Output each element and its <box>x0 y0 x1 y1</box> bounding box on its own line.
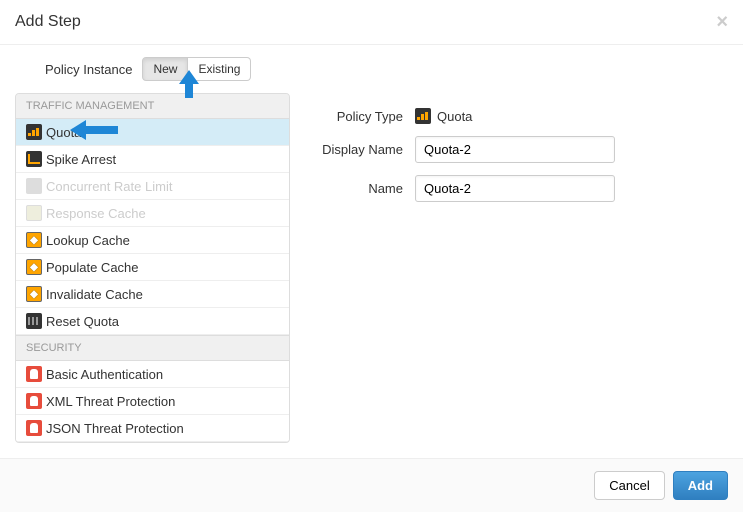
policy-item-json-threat-protection[interactable]: JSON Threat Protection <box>16 415 289 442</box>
display-name-label: Display Name <box>310 142 415 157</box>
policy-item-quota[interactable]: Quota <box>16 119 289 146</box>
policy-item-label: Basic Authentication <box>46 367 163 382</box>
policy-item-response-cache[interactable]: Response Cache <box>16 200 289 227</box>
display-name-row: Display Name <box>310 136 708 163</box>
response-cache-icon <box>26 205 42 221</box>
policy-instance-row: Policy Instance New Existing <box>15 57 728 81</box>
policy-item-label: Populate Cache <box>46 260 139 275</box>
policy-item-label: Response Cache <box>46 206 146 221</box>
policy-item-regex-protection[interactable]: Regular Expression Protection <box>16 442 289 443</box>
section-header-security: Security <box>16 335 289 361</box>
quota-icon <box>26 124 42 140</box>
policy-item-basic-authentication[interactable]: Basic Authentication <box>16 361 289 388</box>
existing-toggle-button[interactable]: Existing <box>188 57 251 81</box>
policy-item-populate-cache[interactable]: Populate Cache <box>16 254 289 281</box>
policy-item-label: Lookup Cache <box>46 233 130 248</box>
policy-item-label: JSON Threat Protection <box>46 421 184 436</box>
new-toggle-button[interactable]: New <box>142 57 188 81</box>
policy-item-label: XML Threat Protection <box>46 394 175 409</box>
concurrent-rate-limit-icon <box>26 178 42 194</box>
modal-header: Add Step × <box>0 0 743 45</box>
xml-threat-protection-icon <box>26 393 42 409</box>
cancel-button[interactable]: Cancel <box>594 471 664 500</box>
policy-type-text: Quota <box>437 109 472 124</box>
policy-type-value: Quota <box>415 108 708 124</box>
reset-quota-icon <box>26 313 42 329</box>
section-header-traffic: Traffic Management <box>16 94 289 119</box>
close-icon[interactable]: × <box>716 12 728 32</box>
modal-title: Add Step <box>15 13 81 31</box>
invalidate-cache-icon <box>26 286 42 302</box>
content-row: Traffic Management Quota Spike Arrest Co… <box>15 93 728 443</box>
policy-item-concurrent-rate-limit[interactable]: Concurrent Rate Limit <box>16 173 289 200</box>
detail-pane: Policy Type Quota Display Name Name <box>290 93 728 443</box>
name-label: Name <box>310 181 415 196</box>
modal-body: Policy Instance New Existing Traffic Man… <box>0 45 743 453</box>
populate-cache-icon <box>26 259 42 275</box>
policy-item-lookup-cache[interactable]: Lookup Cache <box>16 227 289 254</box>
policy-item-xml-threat-protection[interactable]: XML Threat Protection <box>16 388 289 415</box>
policy-item-label: Spike Arrest <box>46 152 116 167</box>
spike-arrest-icon <box>26 151 42 167</box>
add-button[interactable]: Add <box>673 471 728 500</box>
basic-authentication-icon <box>26 366 42 382</box>
policy-item-label: Invalidate Cache <box>46 287 143 302</box>
policy-instance-toggle: New Existing <box>142 57 251 81</box>
quota-icon <box>415 108 431 124</box>
policy-type-row: Policy Type Quota <box>310 108 708 124</box>
policy-item-invalidate-cache[interactable]: Invalidate Cache <box>16 281 289 308</box>
name-input[interactable] <box>415 175 615 202</box>
policy-item-label: Concurrent Rate Limit <box>46 179 172 194</box>
policy-item-label: Quota <box>46 125 81 140</box>
policy-sidebar: Traffic Management Quota Spike Arrest Co… <box>15 93 290 443</box>
policy-item-label: Reset Quota <box>46 314 119 329</box>
display-name-input[interactable] <box>415 136 615 163</box>
name-row: Name <box>310 175 708 202</box>
json-threat-protection-icon <box>26 420 42 436</box>
modal-footer: Cancel Add <box>0 458 743 512</box>
policy-instance-label: Policy Instance <box>45 62 132 77</box>
policy-type-label: Policy Type <box>310 109 415 124</box>
policy-item-spike-arrest[interactable]: Spike Arrest <box>16 146 289 173</box>
policy-item-reset-quota[interactable]: Reset Quota <box>16 308 289 335</box>
lookup-cache-icon <box>26 232 42 248</box>
